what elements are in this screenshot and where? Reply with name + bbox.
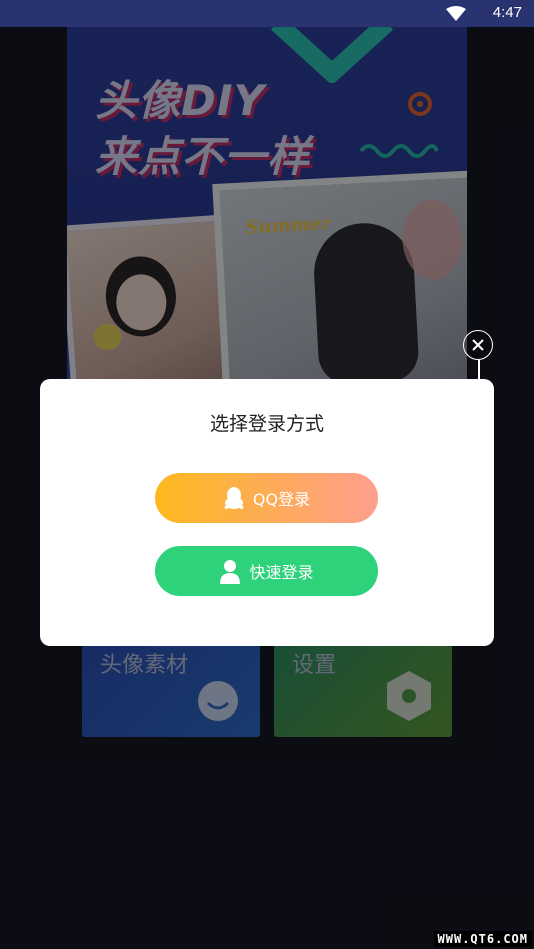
status-bar: 4:47 <box>0 0 534 27</box>
user-icon <box>219 558 241 584</box>
quick-login-button[interactable]: 快速登录 <box>155 546 378 596</box>
qq-login-button[interactable]: QQ登录 <box>155 473 378 523</box>
close-icon <box>472 336 484 355</box>
wifi-icon <box>446 6 466 26</box>
qq-login-label: QQ登录 <box>252 490 311 509</box>
quick-login-label: 快速登录 <box>249 563 314 582</box>
close-connector <box>478 360 480 380</box>
qq-penguin-icon <box>223 486 245 510</box>
close-button[interactable] <box>463 330 493 360</box>
login-dialog: 选择登录方式 QQ登录 快速登录 <box>40 379 494 646</box>
watermark: WWW.QT6.COM <box>433 931 532 947</box>
dialog-title: 选择登录方式 <box>209 413 324 435</box>
status-time: 4:47 <box>492 4 522 21</box>
